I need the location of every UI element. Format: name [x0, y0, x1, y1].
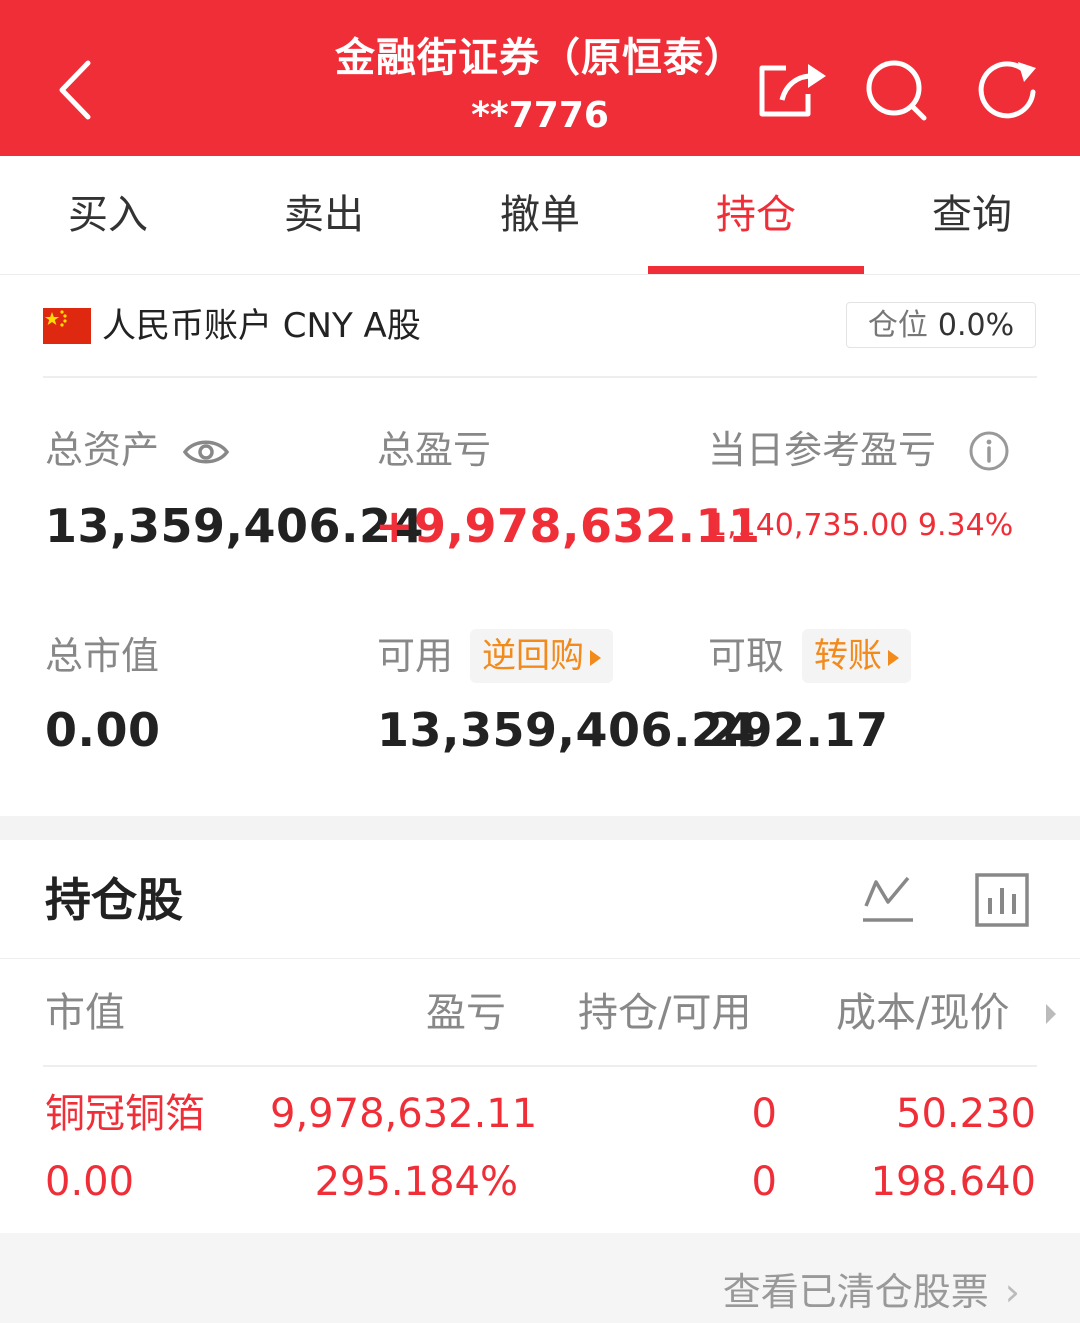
- pl-amount: 9,978,632.11: [270, 1091, 538, 1137]
- china-flag-icon: [43, 308, 91, 344]
- tab-query[interactable]: 查询: [864, 156, 1080, 274]
- daily-pl-label: 当日参考盈亏: [708, 428, 937, 472]
- position-ratio-label: 仓位: [867, 308, 928, 343]
- available-label: 可用: [377, 634, 454, 678]
- tab-holdings[interactable]: 持仓: [648, 156, 864, 274]
- available-quantity: 0: [751, 1159, 777, 1205]
- current-price: 198.640: [870, 1159, 1036, 1205]
- share-icon[interactable]: [756, 58, 826, 122]
- top-bar: 金融街证券（原恒泰） **7776: [0, 0, 1080, 156]
- tab-cancel[interactable]: 撤单: [432, 156, 648, 274]
- column-header-holding-available: 持仓/可用: [578, 990, 752, 1036]
- chevron-right-icon: ›: [1004, 1270, 1020, 1314]
- divider: [43, 1065, 1037, 1067]
- search-icon[interactable]: [864, 58, 928, 122]
- column-header-cost-price[interactable]: 成本/现价: [836, 984, 1009, 1042]
- refresh-icon[interactable]: [976, 58, 1040, 122]
- info-icon[interactable]: [968, 430, 1010, 472]
- column-header-pl: 盈亏: [426, 990, 506, 1036]
- total-assets-label: 总资产: [45, 428, 160, 472]
- view-cleared-stocks-link[interactable]: 查看已清仓股票 ›: [723, 1262, 1020, 1322]
- trend-chart-icon[interactable]: [860, 872, 916, 928]
- triangle-right-icon: [888, 649, 899, 666]
- total-pl-value: +9,978,632.11: [375, 499, 761, 553]
- eye-icon[interactable]: [182, 432, 230, 472]
- divider: [43, 376, 1037, 378]
- available-value: 13,359,406.24: [377, 703, 756, 757]
- total-pl-label: 总盈亏: [377, 428, 492, 472]
- total-assets-value: 13,359,406.24: [45, 499, 424, 553]
- view-cleared-stocks-label: 查看已清仓股票: [722, 1270, 989, 1314]
- position-ratio-badge: 仓位 0.0%: [846, 302, 1036, 348]
- holdings-title: 持仓股: [45, 873, 183, 927]
- market-value-value: 0.00: [45, 703, 161, 757]
- active-tab-indicator: [648, 266, 864, 274]
- tab-sell[interactable]: 卖出: [216, 156, 432, 274]
- reverse-repo-button[interactable]: 逆回购: [470, 629, 613, 683]
- triangle-right-icon: [590, 649, 601, 666]
- pl-percent: 295.184%: [314, 1159, 518, 1205]
- market-value-label: 总市值: [45, 634, 160, 678]
- trade-tabs: 买入 卖出 撤单 持仓 查询: [0, 156, 1080, 275]
- reverse-repo-label: 逆回购: [482, 636, 584, 676]
- tab-buy[interactable]: 买入: [0, 156, 216, 274]
- cost-price: 50.230: [896, 1091, 1036, 1137]
- transfer-button[interactable]: 转账: [802, 629, 911, 683]
- scroll-right-icon[interactable]: [1044, 1002, 1058, 1026]
- section-separator: [0, 816, 1080, 840]
- withdrawable-value: 292.17: [708, 703, 889, 757]
- holding-quantity: 0: [751, 1091, 777, 1137]
- position-ratio-value: 0.0%: [937, 308, 1015, 343]
- divider: [0, 958, 1080, 959]
- daily-pl-value: 1,140,735.00 9.34%: [708, 508, 1014, 543]
- withdrawable-label: 可取: [708, 634, 785, 678]
- account-type-label[interactable]: 人民币账户 CNY A股: [102, 300, 421, 352]
- column-header-market-value: 市值: [45, 990, 125, 1036]
- back-icon[interactable]: [50, 55, 110, 125]
- market-value: 0.00: [45, 1159, 135, 1205]
- stock-name: 铜冠铜箔: [45, 1091, 205, 1137]
- transfer-label: 转账: [814, 636, 882, 676]
- bar-chart-icon[interactable]: [974, 872, 1030, 928]
